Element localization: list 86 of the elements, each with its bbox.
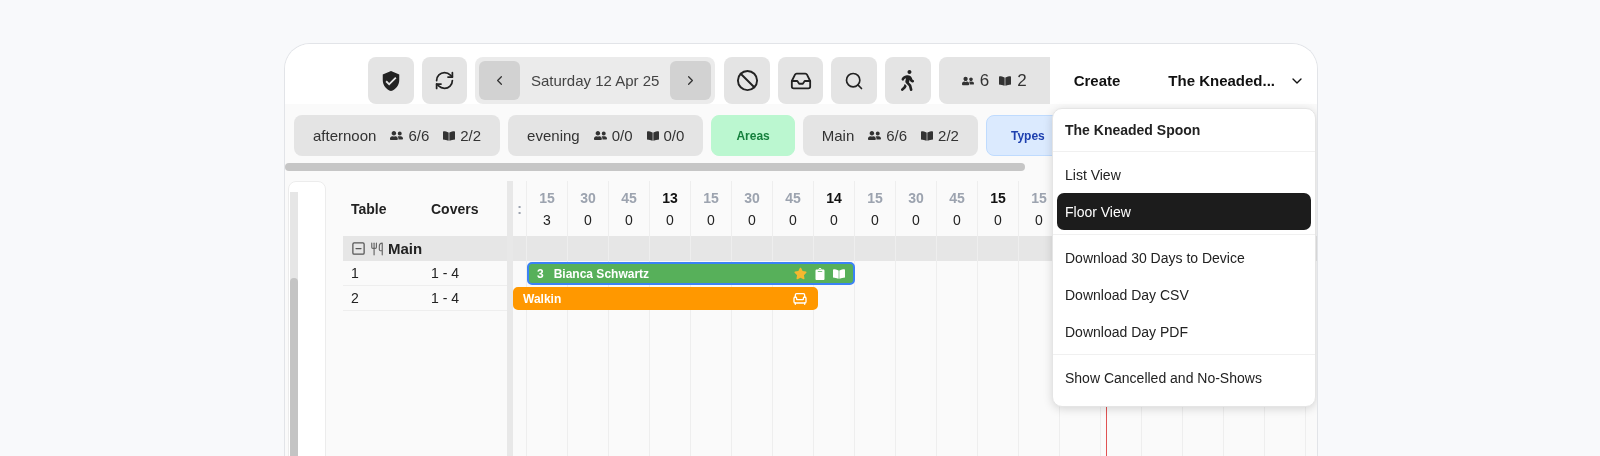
time-label: :: [517, 200, 522, 217]
filter-toggle[interactable]: Areas: [711, 115, 795, 156]
menu-item[interactable]: Download Day CSV: [1057, 276, 1311, 313]
time-label: 15: [1031, 189, 1047, 206]
time-label: 45: [621, 189, 637, 206]
refresh-icon: [433, 70, 455, 91]
slot-count: 0: [584, 211, 592, 228]
book-icon: [646, 129, 659, 142]
book-icon: [833, 267, 845, 280]
slot-count: 0: [666, 211, 674, 228]
scrollbar-thumb[interactable]: [290, 278, 298, 456]
star-icon: [794, 267, 807, 280]
time-label: 45: [785, 189, 801, 206]
slot-count: 0: [789, 211, 797, 228]
venue-dropdown[interactable]: The Kneaded...: [1156, 64, 1317, 97]
slot-count: 0: [707, 211, 715, 228]
slot-count: 0: [625, 211, 633, 228]
covers-count: 6/6: [886, 127, 908, 144]
booking-name: Walkin: [523, 291, 562, 306]
bookings-total: 2: [1017, 70, 1027, 91]
booking-covers: 3: [537, 266, 544, 281]
people-icon: [961, 74, 974, 87]
service-filter[interactable]: afternoon 6/6 2/2: [294, 115, 501, 156]
walk-in-button[interactable]: [885, 57, 931, 104]
table-cell-text: 1 - 4: [430, 265, 460, 281]
ban-icon: [735, 69, 759, 92]
covers-count: 0/0: [611, 127, 633, 144]
service-filter[interactable]: Main 6/6 2/2: [802, 115, 978, 156]
menu-item[interactable]: Download Day PDF: [1057, 313, 1311, 350]
booking-name: Bianca Schwartz: [553, 266, 650, 281]
search-icon: [844, 70, 865, 91]
book-icon: [443, 129, 456, 142]
chair-icon: [792, 290, 808, 307]
cutlery-icon: [370, 241, 384, 256]
search-button[interactable]: [831, 57, 878, 104]
bookings-count: 0/0: [663, 127, 685, 144]
time-label: 13: [662, 189, 678, 206]
menu-item[interactable]: List View: [1057, 156, 1311, 193]
clipboard-icon: [814, 267, 826, 280]
time-label: 15: [539, 189, 555, 206]
covers-count: 6/6: [408, 127, 430, 144]
refresh-button[interactable]: [421, 57, 468, 104]
book-icon: [999, 74, 1012, 87]
horizontal-scrollbar[interactable]: [285, 163, 1025, 171]
menu-item[interactable]: Download 30 Days to Device: [1057, 239, 1311, 276]
time-label: 15: [867, 189, 883, 206]
filter-label: Main: [821, 127, 855, 144]
slot-count: 0: [748, 211, 756, 228]
shield-check-button[interactable]: [368, 57, 414, 104]
time-label: 30: [580, 189, 596, 206]
time-label: 14: [826, 189, 842, 206]
column-header: Covers: [430, 200, 480, 217]
table-cell-text: 1: [350, 265, 360, 281]
collapse-icon[interactable]: [351, 241, 366, 256]
date-label: Saturday 12 Apr 25: [531, 72, 660, 89]
filter-label: evening: [527, 127, 580, 144]
time-label: 15: [703, 189, 719, 206]
slot-count: 0: [830, 211, 838, 228]
book-icon: [921, 129, 934, 142]
inbox-button[interactable]: [777, 57, 824, 104]
time-label: 30: [744, 189, 760, 206]
bookings-count: 2/2: [460, 127, 482, 144]
block-button[interactable]: [724, 57, 770, 104]
menu-item[interactable]: Floor View: [1057, 193, 1311, 230]
time-label: 30: [908, 189, 924, 206]
table-cell-text: 1 - 4: [430, 290, 460, 306]
people-icon: [868, 129, 882, 142]
menu-item[interactable]: Show Cancelled and No-Shows: [1057, 359, 1311, 396]
area-name: Main: [388, 240, 423, 257]
slot-count: 0: [912, 211, 920, 228]
bookings-count: 2/2: [938, 127, 959, 144]
slot-count: 0: [994, 211, 1002, 228]
menu-title: The Kneaded Spoon: [1053, 109, 1315, 152]
people-icon: [390, 129, 404, 142]
time-label: 45: [949, 189, 965, 206]
time-label: 15: [990, 189, 1006, 206]
table-cell-text: 2: [350, 290, 360, 306]
column-header: Table: [350, 200, 388, 217]
covers-total: 6: [979, 70, 990, 91]
slot-count: 0: [953, 211, 961, 228]
people-icon: [593, 129, 607, 142]
slot-count: 0: [1035, 211, 1043, 228]
slot-count: 3: [543, 211, 551, 228]
slot-count: 0: [871, 211, 879, 228]
filter-label: afternoon: [313, 127, 377, 144]
service-filter[interactable]: evening 0/0 0/0: [508, 115, 704, 156]
